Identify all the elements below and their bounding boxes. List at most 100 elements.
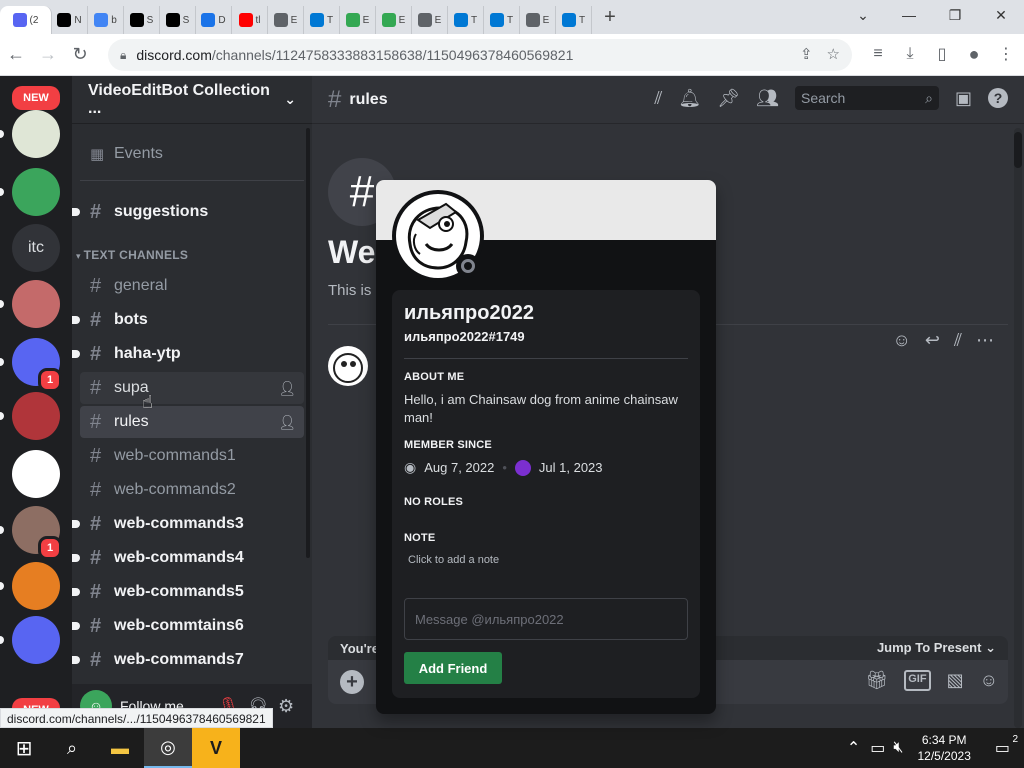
browser-tab[interactable]: E: [268, 6, 304, 34]
share-icon[interactable]: ⇪: [800, 45, 813, 63]
server-icon[interactable]: [12, 392, 60, 440]
channel-item[interactable]: # web-commands2: [80, 474, 304, 506]
server-icon[interactable]: [12, 110, 60, 158]
file-explorer-icon[interactable]: ▬: [96, 728, 144, 768]
threads-icon[interactable]: ⫽: [654, 88, 662, 109]
browser-tab[interactable]: E: [340, 6, 376, 34]
channel-item[interactable]: # general: [80, 270, 304, 302]
server-icon[interactable]: [12, 616, 60, 664]
server-icon[interactable]: [12, 280, 60, 328]
server-icon[interactable]: [12, 562, 60, 610]
note-input[interactable]: Click to add a note: [404, 554, 688, 566]
channel-item[interactable]: # rules 👤︎: [80, 406, 304, 438]
members-icon[interactable]: 👥︎: [756, 88, 779, 109]
bell-icon[interactable]: 🔔︎: [678, 88, 701, 109]
url-text: discord.com/channels/1124758333883158638…: [136, 47, 574, 63]
add-friend-button[interactable]: Add Friend: [404, 652, 502, 684]
channel-item[interactable]: # web-commands1: [80, 440, 304, 472]
pin-icon[interactable]: 📌︎: [717, 88, 740, 109]
minimize-button[interactable]: —: [886, 0, 932, 30]
server-icon[interactable]: [12, 168, 60, 216]
media-control-icon[interactable]: ≡: [866, 39, 890, 69]
back-arrow-icon[interactable]: ←: [0, 39, 32, 71]
search-input[interactable]: Search ⌕: [794, 86, 939, 110]
thread-icon[interactable]: ⫽: [954, 330, 962, 351]
channel-item[interactable]: # suggestions: [72, 196, 304, 228]
category-text-channels[interactable]: ▾ TEXT CHANNELS: [76, 248, 188, 262]
browser-tab[interactable]: T: [304, 6, 340, 34]
address-bar[interactable]: 🔒︎ discord.com/channels/1124758333883158…: [108, 39, 852, 71]
search-icon[interactable]: ⌕: [48, 728, 96, 768]
browser-tab[interactable]: tl: [232, 6, 268, 34]
browser-tab[interactable]: D: [196, 6, 232, 34]
channel-item[interactable]: # haha-ytp: [72, 338, 304, 370]
plus-icon[interactable]: +: [340, 670, 364, 694]
invite-member-icon[interactable]: 👤︎: [278, 414, 296, 431]
channel-item[interactable]: # web-commands5: [72, 576, 304, 608]
events-item[interactable]: ▦ Events: [80, 138, 304, 170]
close-window-button[interactable]: ✕: [978, 0, 1024, 30]
emoji-icon[interactable]: ☺: [980, 670, 998, 691]
forward-arrow-icon[interactable]: →: [32, 39, 64, 71]
gift-icon[interactable]: 🎁︎: [865, 670, 888, 691]
reload-icon[interactable]: ↻: [64, 39, 96, 71]
download-icon[interactable]: ⤓: [898, 39, 922, 69]
restore-button[interactable]: ❐: [932, 0, 978, 30]
channel-name: suggestions: [114, 203, 209, 220]
channel-scrollbar[interactable]: [306, 128, 310, 558]
volume-muted-icon[interactable]: 🔇︎: [889, 739, 907, 757]
chrome-menu-icon[interactable]: ⋮: [994, 39, 1018, 69]
tab-search-chevron-icon[interactable]: ⌄: [840, 0, 886, 30]
main-scrollbar[interactable]: [1014, 128, 1022, 728]
hash-icon: #: [328, 85, 342, 113]
clock[interactable]: 6:34 PM 12/5/2023: [907, 732, 980, 764]
inbox-icon[interactable]: ▣: [955, 88, 972, 109]
sticker-icon[interactable]: ▧: [947, 670, 964, 691]
server-icon[interactable]: NEW: [12, 86, 60, 110]
reply-icon[interactable]: ↩: [925, 330, 940, 351]
browser-tab[interactable]: E: [412, 6, 448, 34]
message-avatar[interactable]: [328, 346, 368, 386]
more-icon[interactable]: ⋯: [976, 330, 994, 351]
unread-pill: [0, 412, 4, 420]
channel-item[interactable]: # web-commands4: [72, 542, 304, 574]
channel-item[interactable]: # bots: [72, 304, 304, 336]
browser-tab[interactable]: E: [520, 6, 556, 34]
profile-avatar-icon[interactable]: ●: [962, 39, 986, 69]
lock-icon[interactable]: 🔒︎: [120, 48, 126, 63]
server-header[interactable]: VideoEditBot Collection ... ⌄: [72, 76, 312, 124]
channel-item[interactable]: # supa 👤︎: [80, 372, 304, 404]
message-user-input[interactable]: Message @ильяпро2022: [404, 598, 688, 640]
add-reaction-icon[interactable]: ☺: [892, 330, 910, 351]
channel-item[interactable]: # web-commtains6: [72, 610, 304, 642]
help-icon[interactable]: ?: [988, 88, 1008, 108]
new-tab-button[interactable]: +: [596, 3, 624, 31]
profile-display-name: ильяпро2022: [404, 302, 534, 324]
discord-logo-icon: ◉: [404, 459, 417, 475]
browser-tab[interactable]: E: [376, 6, 412, 34]
chrome-icon[interactable]: ◎: [144, 728, 192, 768]
side-panel-icon[interactable]: ▯: [930, 39, 954, 69]
vscode-icon[interactable]: V: [192, 728, 240, 768]
settings-gear-icon[interactable]: ⚙: [278, 696, 294, 717]
browser-tab[interactable]: b: [88, 6, 124, 34]
gif-icon[interactable]: GIF: [904, 670, 931, 691]
browser-tab[interactable]: T: [484, 6, 520, 34]
channel-item[interactable]: # web-commands3: [72, 508, 304, 540]
browser-tab[interactable]: (2: [0, 6, 52, 34]
browser-tab[interactable]: N: [52, 6, 88, 34]
server-icon[interactable]: itc: [12, 224, 60, 272]
browser-tab[interactable]: S: [124, 6, 160, 34]
jump-to-present[interactable]: Jump To Present ⌄: [877, 640, 996, 656]
browser-tab[interactable]: T: [556, 6, 592, 34]
bookmark-star-icon[interactable]: ☆: [827, 45, 840, 63]
invite-member-icon[interactable]: 👤︎: [278, 380, 296, 397]
notification-icon[interactable]: ▭ 2: [981, 734, 1024, 758]
windows-start-icon[interactable]: ⊞: [0, 728, 48, 768]
network-icon[interactable]: ▭: [866, 738, 889, 758]
server-icon[interactable]: [12, 450, 60, 498]
browser-tab[interactable]: S: [160, 6, 196, 34]
channel-item[interactable]: # web-commands7: [72, 644, 304, 676]
browser-tab[interactable]: T: [448, 6, 484, 34]
chevron-up-icon[interactable]: ⌃: [841, 738, 866, 758]
